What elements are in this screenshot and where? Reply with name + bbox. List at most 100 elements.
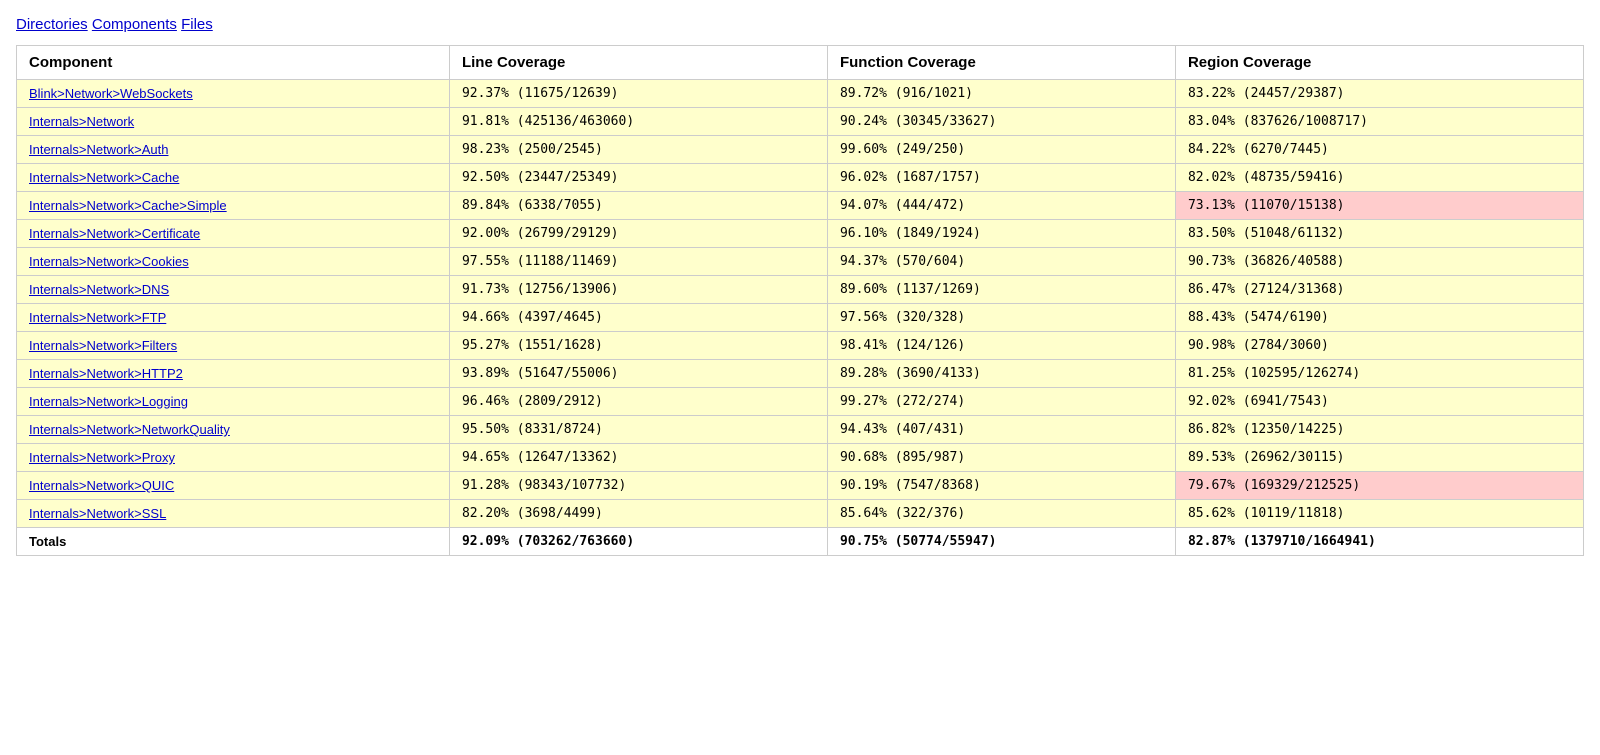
component-link[interactable]: Internals>Network>Auth: [29, 142, 168, 157]
component-link[interactable]: Internals>Network>Cache>Simple: [29, 198, 227, 213]
cell-function-coverage: 90.24% (30345/33627): [827, 108, 1175, 136]
cell-line-coverage: 92.50% (23447/25349): [449, 164, 827, 192]
cell-line-coverage: 93.89% (51647/55006): [449, 360, 827, 388]
totals-region: 82.87% (1379710/1664941): [1175, 528, 1583, 556]
table-header-row: Component Line Coverage Function Coverag…: [17, 46, 1584, 80]
header-region-coverage: Region Coverage: [1175, 46, 1583, 80]
cell-function-coverage: 96.10% (1849/1924): [827, 220, 1175, 248]
table-row: Internals>Network>SSL82.20% (3698/4499)8…: [17, 500, 1584, 528]
cell-component: Internals>Network>Proxy: [17, 444, 450, 472]
cell-function-coverage: 97.56% (320/328): [827, 304, 1175, 332]
cell-component: Internals>Network>HTTP2: [17, 360, 450, 388]
cell-component: Blink>Network>WebSockets: [17, 80, 450, 108]
header-line-coverage: Line Coverage: [449, 46, 827, 80]
component-link[interactable]: Internals>Network>QUIC: [29, 478, 174, 493]
component-link[interactable]: Blink>Network>WebSockets: [29, 86, 193, 101]
component-link[interactable]: Internals>Network>Logging: [29, 394, 188, 409]
table-row: Internals>Network>Logging 96.46% (2809/29…: [17, 388, 1584, 416]
cell-region-coverage: 90.98% (2784/3060): [1175, 332, 1583, 360]
table-row: Internals>Network>Certificate92.00% (267…: [17, 220, 1584, 248]
component-link[interactable]: Internals>Network>Proxy: [29, 450, 175, 465]
cell-function-coverage: 89.72% (916/1021): [827, 80, 1175, 108]
totals-function: 90.75% (50774/55947): [827, 528, 1175, 556]
link-files[interactable]: Files: [181, 16, 213, 33]
table-row: Blink>Network>WebSockets 92.37% (11675/12…: [17, 80, 1584, 108]
component-link[interactable]: Internals>Network: [29, 114, 134, 129]
cell-function-coverage: 89.28% (3690/4133): [827, 360, 1175, 388]
cell-region-coverage: 86.82% (12350/14225): [1175, 416, 1583, 444]
cell-component: Internals>Network>Filters: [17, 332, 450, 360]
view-results-bar: Directories Components Files: [16, 16, 1584, 33]
cell-line-coverage: 91.73% (12756/13906): [449, 276, 827, 304]
cell-function-coverage: 99.27% (272/274): [827, 388, 1175, 416]
table-row: Internals>Network>HTTP2 93.89% (51647/550…: [17, 360, 1584, 388]
cell-line-coverage: 92.37% (11675/12639): [449, 80, 827, 108]
cell-region-coverage: 92.02% (6941/7543): [1175, 388, 1583, 416]
cell-region-coverage: 79.67% (169329/212525): [1175, 472, 1583, 500]
cell-component: Internals>Network>Cache: [17, 164, 450, 192]
cell-component: Internals>Network>Cookies: [17, 248, 450, 276]
table-row: Internals>Network>FTP94.66% (4397/4645)9…: [17, 304, 1584, 332]
table-row: Internals>Network>Cache>Simple 89.84% (63…: [17, 192, 1584, 220]
cell-line-coverage: 97.55% (11188/11469): [449, 248, 827, 276]
cell-region-coverage: 85.62% (10119/11818): [1175, 500, 1583, 528]
cell-line-coverage: 94.65% (12647/13362): [449, 444, 827, 472]
cell-region-coverage: 73.13% (11070/15138): [1175, 192, 1583, 220]
cell-region-coverage: 89.53% (26962/30115): [1175, 444, 1583, 472]
cell-function-coverage: 99.60% (249/250): [827, 136, 1175, 164]
component-link[interactable]: Internals>Network>Cache: [29, 170, 179, 185]
cell-line-coverage: 91.28% (98343/107732): [449, 472, 827, 500]
cell-region-coverage: 83.04% (837626/1008717): [1175, 108, 1583, 136]
cell-line-coverage: 95.50% (8331/8724): [449, 416, 827, 444]
cell-function-coverage: 96.02% (1687/1757): [827, 164, 1175, 192]
table-row: Internals>Network>Proxy 94.65% (12647/133…: [17, 444, 1584, 472]
totals-row: Totals92.09% (703262/763660)90.75% (5077…: [17, 528, 1584, 556]
totals-line: 92.09% (703262/763660): [449, 528, 827, 556]
table-row: Internals>Network>NetworkQuality 95.50% (…: [17, 416, 1584, 444]
cell-line-coverage: 96.46% (2809/2912): [449, 388, 827, 416]
component-link[interactable]: Internals>Network>Certificate: [29, 226, 200, 241]
cell-function-coverage: 90.68% (895/987): [827, 444, 1175, 472]
header-function-coverage: Function Coverage: [827, 46, 1175, 80]
table-row: Internals>Network>QUIC 91.28% (98343/1077…: [17, 472, 1584, 500]
table-row: Internals>Network>Cookies 97.55% (11188/1…: [17, 248, 1584, 276]
cell-region-coverage: 88.43% (5474/6190): [1175, 304, 1583, 332]
cell-function-coverage: 94.37% (570/604): [827, 248, 1175, 276]
cell-component: Internals>Network>Certificate: [17, 220, 450, 248]
totals-label: Totals: [17, 528, 450, 556]
cell-function-coverage: 89.60% (1137/1269): [827, 276, 1175, 304]
component-link[interactable]: Internals>Network>Filters: [29, 338, 177, 353]
coverage-table: Component Line Coverage Function Coverag…: [16, 45, 1584, 556]
table-row: Internals>Network>Cache 92.50% (23447/253…: [17, 164, 1584, 192]
cell-region-coverage: 82.02% (48735/59416): [1175, 164, 1583, 192]
component-link[interactable]: Internals>Network>FTP: [29, 310, 166, 325]
cell-line-coverage: 89.84% (6338/7055): [449, 192, 827, 220]
cell-component: Internals>Network>Logging: [17, 388, 450, 416]
cell-component: Internals>Network>Cache>Simple: [17, 192, 450, 220]
table-row: Internals>Network91.81% (425136/463060)9…: [17, 108, 1584, 136]
component-link[interactable]: Internals>Network>SSL: [29, 506, 166, 521]
cell-component: Internals>Network>QUIC: [17, 472, 450, 500]
cell-function-coverage: 94.07% (444/472): [827, 192, 1175, 220]
table-row: Internals>Network>Auth 98.23% (2500/2545)…: [17, 136, 1584, 164]
table-row: Internals>Network>Filters 95.27% (1551/16…: [17, 332, 1584, 360]
cell-function-coverage: 98.41% (124/126): [827, 332, 1175, 360]
cell-component: Internals>Network>SSL: [17, 500, 450, 528]
component-link[interactable]: Internals>Network>Cookies: [29, 254, 189, 269]
cell-region-coverage: 86.47% (27124/31368): [1175, 276, 1583, 304]
component-link[interactable]: Internals>Network>DNS: [29, 282, 169, 297]
cell-component: Internals>Network>DNS: [17, 276, 450, 304]
link-directories[interactable]: Directories: [16, 16, 88, 33]
cell-line-coverage: 95.27% (1551/1628): [449, 332, 827, 360]
cell-component: Internals>Network>FTP: [17, 304, 450, 332]
cell-component: Internals>Network: [17, 108, 450, 136]
cell-function-coverage: 85.64% (322/376): [827, 500, 1175, 528]
cell-region-coverage: 83.22% (24457/29387): [1175, 80, 1583, 108]
cell-region-coverage: 90.73% (36826/40588): [1175, 248, 1583, 276]
cell-line-coverage: 98.23% (2500/2545): [449, 136, 827, 164]
cell-region-coverage: 84.22% (6270/7445): [1175, 136, 1583, 164]
component-link[interactable]: Internals>Network>HTTP2: [29, 366, 183, 381]
table-row: Internals>Network>DNS 91.73% (12756/13906…: [17, 276, 1584, 304]
component-link[interactable]: Internals>Network>NetworkQuality: [29, 422, 230, 437]
link-components[interactable]: Components: [92, 16, 177, 33]
